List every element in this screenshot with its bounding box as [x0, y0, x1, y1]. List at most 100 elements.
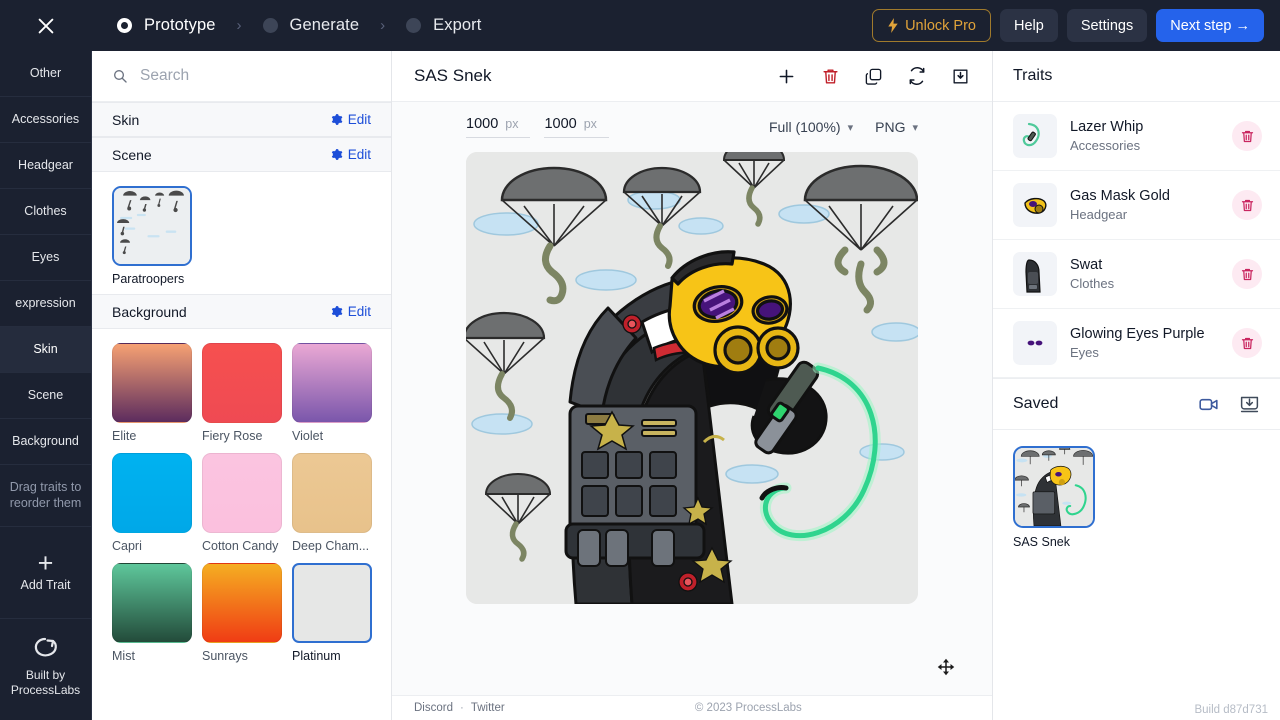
- format-select[interactable]: PNG ▾: [875, 119, 918, 135]
- sidebar-item-headgear[interactable]: Headgear: [0, 143, 91, 189]
- trash-icon: [1241, 337, 1253, 349]
- edit-label: Edit: [347, 147, 371, 162]
- section-header-scene: Scene Edit: [92, 137, 391, 172]
- background-tile-sunrays[interactable]: Sunrays: [202, 563, 282, 663]
- background-tile-deep-cham[interactable]: Deep Cham...: [292, 453, 372, 553]
- unlock-pro-button[interactable]: Unlock Pro: [872, 9, 991, 42]
- scene-tile-label: Paratroopers: [112, 272, 185, 286]
- scene-thumbnail: [112, 186, 192, 266]
- rail-label: Headgear: [18, 158, 73, 173]
- picker-scroll-area[interactable]: Skin Edit Scene Edit Paratroopers Backgr…: [92, 102, 391, 720]
- quality-select[interactable]: Full (100%) ▾: [769, 119, 853, 135]
- sidebar-item-expression[interactable]: expression: [0, 281, 91, 327]
- background-tile-fiery-rose[interactable]: Fiery Rose: [202, 343, 282, 443]
- background-tile-label: Elite: [112, 429, 137, 443]
- breadcrumb-step-prototype[interactable]: Prototype: [117, 16, 216, 35]
- edit-skin-button[interactable]: Edit: [330, 112, 371, 127]
- trait-name: Gas Mask Gold: [1070, 188, 1170, 204]
- background-tile-label: Platinum: [292, 649, 341, 663]
- trash-icon: [823, 68, 838, 84]
- rail-label: Eyes: [31, 250, 60, 265]
- background-tile-violet[interactable]: Violet: [292, 343, 372, 443]
- saved-item-sas-snek[interactable]: SAS Snek: [1013, 446, 1095, 549]
- sidebar-item-scene[interactable]: Scene: [0, 373, 91, 419]
- background-tile-cotton-candy[interactable]: Cotton Candy: [202, 453, 282, 553]
- remove-trait-button[interactable]: [1232, 121, 1262, 151]
- record-video-button[interactable]: [1198, 394, 1219, 415]
- build-version-label: Build d87d731: [1194, 704, 1268, 716]
- breadcrumb-separator: ›: [236, 17, 242, 34]
- sidebar-item-background[interactable]: Background: [0, 419, 91, 465]
- background-tile-capri[interactable]: Capri: [112, 453, 192, 553]
- remove-trait-button[interactable]: [1232, 190, 1262, 220]
- trait-row[interactable]: Lazer Whip Accessories: [993, 102, 1280, 171]
- add-trait-button[interactable]: + Add Trait: [0, 527, 91, 619]
- trait-name: Lazer Whip: [1070, 119, 1144, 135]
- twitter-link[interactable]: Twitter: [471, 702, 505, 714]
- search-input[interactable]: [140, 67, 371, 85]
- trait-category: Clothes: [1070, 276, 1115, 291]
- background-tile-platinum[interactable]: Platinum: [292, 563, 372, 663]
- lazer-whip-thumb-icon: [1022, 122, 1040, 147]
- paratroopers-thumb-icon: [114, 188, 190, 264]
- next-step-button[interactable]: Next step →: [1156, 9, 1264, 42]
- duplicate-button[interactable]: [864, 67, 883, 86]
- canvas-header: SAS Snek: [392, 51, 992, 102]
- background-tile-elite[interactable]: Elite: [112, 343, 192, 443]
- discord-link[interactable]: Discord: [414, 702, 453, 714]
- sidebar-item-accessories[interactable]: Accessories: [0, 97, 91, 143]
- page-title: SAS Snek: [414, 66, 492, 85]
- delete-button[interactable]: [821, 67, 840, 86]
- search-bar[interactable]: [92, 51, 391, 102]
- remove-trait-button[interactable]: [1232, 328, 1262, 358]
- settings-button[interactable]: Settings: [1066, 9, 1148, 42]
- height-value: 1000: [544, 116, 577, 132]
- height-input[interactable]: 1000 px: [544, 116, 609, 138]
- duplicate-icon: [865, 68, 882, 85]
- trait-category: Accessories: [1070, 138, 1141, 153]
- help-button[interactable]: Help: [999, 9, 1058, 42]
- color-swatch: [292, 563, 372, 643]
- add-item-button[interactable]: [776, 66, 797, 87]
- rail-label: Scene: [27, 388, 64, 403]
- saved-item-label: SAS Snek: [1013, 535, 1070, 549]
- color-swatch: [112, 343, 192, 423]
- scene-tile-paratroopers[interactable]: Paratroopers: [112, 186, 192, 286]
- built-by-link[interactable]: Built by ProcessLabs: [0, 619, 91, 720]
- section-title: Background: [112, 303, 187, 320]
- rail-label: Other: [29, 66, 62, 81]
- video-icon: [1199, 398, 1218, 410]
- sidebar-item-clothes[interactable]: Clothes: [0, 189, 91, 235]
- randomize-button[interactable]: [907, 66, 927, 86]
- category-rail: Other Accessories Headgear Clothes Eyes …: [0, 51, 92, 720]
- sidebar-item-skin[interactable]: Skin: [0, 327, 91, 373]
- trash-icon: [1241, 268, 1253, 280]
- background-tile-mist[interactable]: Mist: [112, 563, 192, 663]
- trait-thumbnail: [1013, 183, 1057, 227]
- sidebar-item-other[interactable]: Other: [0, 51, 91, 97]
- width-input[interactable]: 1000 px: [466, 116, 531, 138]
- remove-trait-button[interactable]: [1232, 259, 1262, 289]
- edit-background-button[interactable]: Edit: [330, 304, 371, 319]
- sidebar-item-eyes[interactable]: Eyes: [0, 235, 91, 281]
- trait-category: Headgear: [1070, 207, 1128, 222]
- plus-icon: [779, 69, 794, 83]
- trait-row[interactable]: Swat Clothes: [993, 240, 1280, 309]
- move-handle[interactable]: [936, 657, 956, 677]
- close-button[interactable]: [0, 0, 92, 51]
- save-button[interactable]: [951, 67, 970, 86]
- trait-row[interactable]: Gas Mask Gold Headgear: [993, 171, 1280, 240]
- breadcrumb-step-export[interactable]: Export: [406, 16, 481, 35]
- edit-scene-button[interactable]: Edit: [330, 147, 371, 162]
- gear-icon: [331, 149, 343, 160]
- download-saved-button[interactable]: [1239, 394, 1260, 415]
- trait-row[interactable]: Glowing Eyes Purple Eyes: [993, 309, 1280, 378]
- artwork-preview[interactable]: [466, 152, 918, 604]
- glowing-eyes-thumb-icon: [1027, 340, 1043, 346]
- footer-bar: Discord · Twitter © 2023 ProcessLabs: [392, 695, 992, 720]
- breadcrumb-step-generate[interactable]: Generate: [262, 16, 360, 35]
- edit-label: Edit: [347, 304, 371, 319]
- chevron-down-icon: ▾: [847, 121, 854, 134]
- copyright-text: © 2023 ProcessLabs: [694, 702, 802, 714]
- footer-links: Discord · Twitter: [414, 702, 505, 714]
